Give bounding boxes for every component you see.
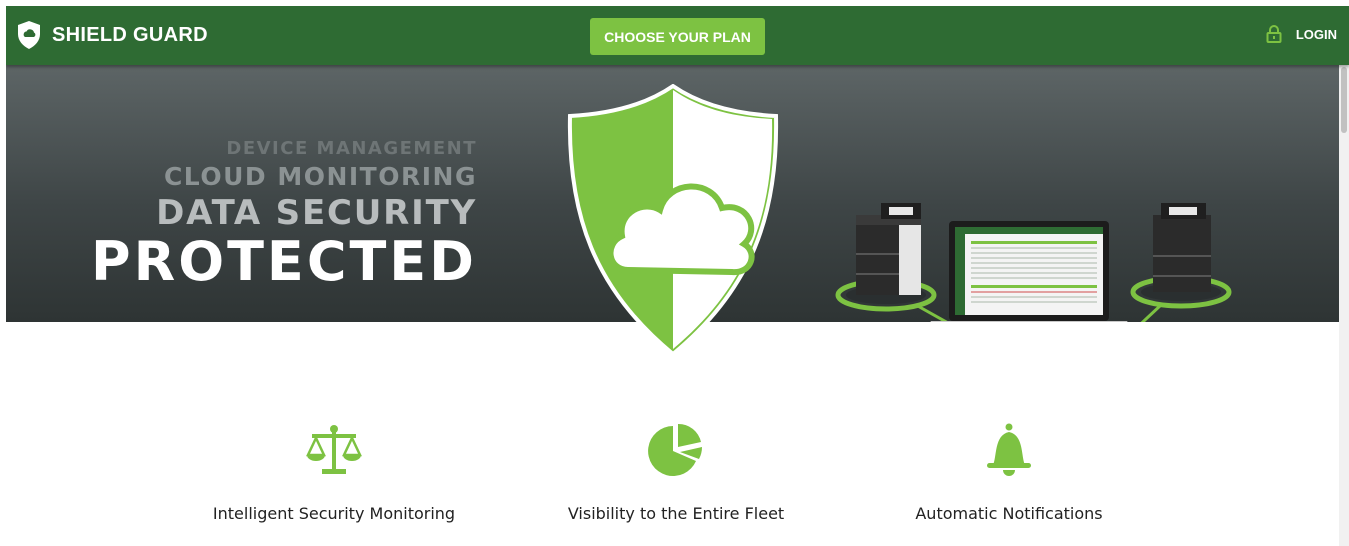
scrollbar-thumb[interactable] [1341,67,1347,133]
features-section: Intelligent Security Monitoring Visibili… [6,401,1339,546]
shield-logo-icon [18,21,40,49]
devices-illustration [835,203,1232,322]
feature-title: Visibility to the Entire Fleet [567,504,785,523]
lock-icon [1266,25,1282,43]
feature-security-monitoring: Intelligent Security Monitoring [184,401,484,523]
hero-line-device-management: DEVICE MANAGEMENT [226,138,477,159]
login-link[interactable]: LOGIN [1266,25,1337,43]
bell-icon [987,423,1031,476]
pie-chart-icon [648,423,703,476]
feature-title: Intelligent Security Monitoring [212,504,456,523]
hero-line-cloud-monitoring: CLOUD MONITORING [163,162,477,191]
brand-name: SHIELD GUARD [52,23,208,46]
feature-notifications: Automatic Notifications [859,401,1159,523]
login-label: LOGIN [1295,26,1337,42]
vertical-scrollbar[interactable] [1339,65,1349,546]
hero-line-protected: PROTECTED [91,230,477,293]
feature-fleet-visibility: Visibility to the Entire Fleet [526,401,826,523]
hero-line-data-security: DATA SECURITY [156,193,477,233]
scales-icon [306,425,362,474]
page: SHIELD GUARD CHOOSE YOUR PLAN LOGIN DEVI… [6,6,1349,546]
brand-logo[interactable]: SHIELD GUARD [16,20,208,50]
choose-plan-button[interactable]: CHOOSE YOUR PLAN [590,18,765,55]
shield-cloud-emblem [567,84,779,356]
feature-title: Automatic Notifications [915,504,1103,523]
top-navbar: SHIELD GUARD CHOOSE YOUR PLAN LOGIN [6,6,1349,65]
